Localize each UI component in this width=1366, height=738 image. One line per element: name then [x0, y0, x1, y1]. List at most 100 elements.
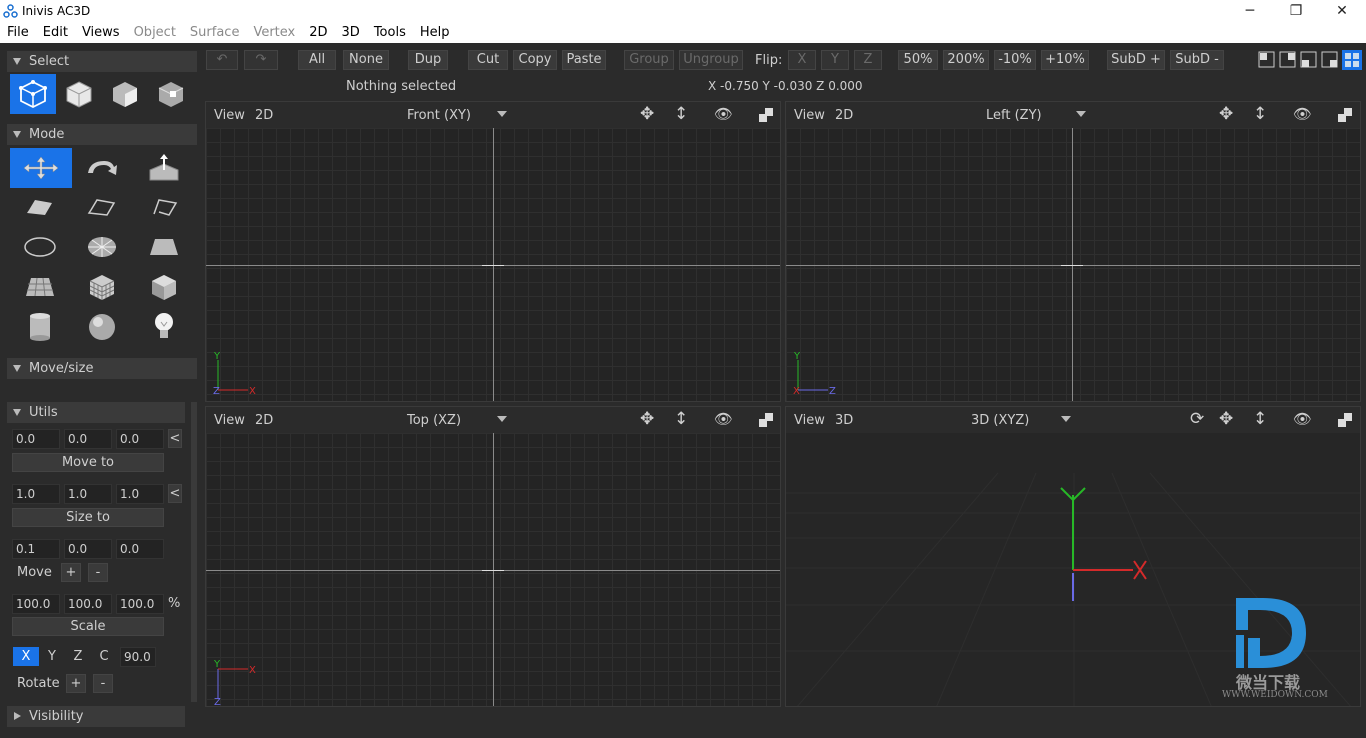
- pan-icon[interactable]: ✥: [1219, 104, 1233, 124]
- mode-section-header[interactable]: Mode: [7, 124, 197, 145]
- flip-x-button[interactable]: X: [788, 50, 816, 70]
- menu-views[interactable]: Views: [82, 25, 120, 40]
- sphere-tool[interactable]: [72, 308, 132, 346]
- viewport-canvas[interactable]: 微当下载 WWW.WEIDOWN.COM: [786, 433, 1360, 706]
- zoom-minus-10-button[interactable]: -10%: [994, 50, 1036, 70]
- viewport-left[interactable]: View 2D Left (ZY) ✥ ↕ 👁 Y Z X: [785, 101, 1361, 402]
- menu-vertex[interactable]: Vertex: [253, 25, 295, 40]
- view-name-select[interactable]: Front (XY): [407, 108, 471, 123]
- maximize-viewport-icon[interactable]: [1336, 411, 1354, 429]
- get-size-button[interactable]: <: [168, 484, 182, 503]
- menu-edit[interactable]: Edit: [43, 25, 68, 40]
- position-x-field[interactable]: 0.0: [12, 429, 60, 449]
- size-z-field[interactable]: 1.0: [116, 484, 164, 504]
- flip-z-button[interactable]: Z: [854, 50, 882, 70]
- scale-button[interactable]: Scale: [12, 617, 164, 636]
- pan-icon[interactable]: ✥: [1219, 409, 1233, 429]
- close-button[interactable]: ✕: [1319, 0, 1365, 22]
- select-group-tool[interactable]: [148, 74, 194, 114]
- view-name-select[interactable]: 3D (XYZ): [971, 413, 1029, 428]
- maximize-viewport-icon[interactable]: [757, 411, 775, 429]
- rotate-mode-tool[interactable]: [72, 148, 132, 186]
- chevron-down-icon[interactable]: [497, 111, 507, 117]
- chevron-down-icon[interactable]: [1061, 416, 1071, 422]
- ellipse-tool[interactable]: [10, 228, 70, 266]
- view-menu[interactable]: View: [214, 108, 245, 123]
- view-mode[interactable]: 3D: [835, 413, 853, 428]
- scale-y-field[interactable]: 100.0: [64, 594, 112, 614]
- view-menu[interactable]: View: [794, 413, 825, 428]
- zoom-50-button[interactable]: 50%: [898, 50, 938, 70]
- menu-object[interactable]: Object: [134, 25, 176, 40]
- position-y-field[interactable]: 0.0: [64, 429, 112, 449]
- rotate-axis-x-button[interactable]: X: [13, 647, 39, 666]
- size-to-button[interactable]: Size to: [12, 508, 164, 527]
- eye-icon[interactable]: 👁: [714, 410, 733, 428]
- viewport-canvas[interactable]: Y X Z: [206, 433, 780, 706]
- menu-surface[interactable]: Surface: [190, 25, 240, 40]
- move-to-button[interactable]: Move to: [12, 453, 164, 472]
- dup-button[interactable]: Dup: [408, 50, 448, 70]
- layout-quad-icon[interactable]: [1342, 50, 1362, 70]
- rotate-axis-z-button[interactable]: Z: [65, 647, 91, 666]
- zoom-200-button[interactable]: 200%: [943, 50, 989, 70]
- zoom-vertical-icon[interactable]: ↕: [1253, 104, 1267, 124]
- view-mode[interactable]: 2D: [835, 108, 853, 123]
- menu-2d[interactable]: 2D: [309, 25, 327, 40]
- menu-3d[interactable]: 3D: [342, 25, 360, 40]
- select-vertex-tool[interactable]: [10, 74, 56, 114]
- size-x-field[interactable]: 1.0: [12, 484, 60, 504]
- extrude-mode-tool[interactable]: [134, 148, 194, 186]
- polygon-tool[interactable]: [10, 188, 70, 226]
- size-y-field[interactable]: 1.0: [64, 484, 112, 504]
- select-object-tool[interactable]: [56, 74, 102, 114]
- zoom-vertical-icon[interactable]: ↕: [674, 104, 688, 124]
- undo-button[interactable]: ↶: [206, 50, 238, 70]
- layout-single-icon[interactable]: [1258, 51, 1276, 69]
- move-x-field[interactable]: 0.1: [12, 539, 60, 559]
- view-menu[interactable]: View: [214, 413, 245, 428]
- scale-z-field[interactable]: 100.0: [116, 594, 164, 614]
- movesize-section-header[interactable]: Move/size: [7, 358, 197, 379]
- utils-section-header[interactable]: Utils: [7, 402, 185, 423]
- refresh-icon[interactable]: ⟳: [1190, 409, 1204, 429]
- view-menu[interactable]: View: [794, 108, 825, 123]
- cylinder-tool[interactable]: [10, 308, 70, 346]
- select-all-button[interactable]: All: [298, 50, 336, 70]
- move-minus-button[interactable]: -: [88, 563, 108, 582]
- rotate-angle-field[interactable]: 90.0: [120, 647, 156, 667]
- ungroup-button[interactable]: Ungroup: [679, 50, 743, 70]
- box-tool[interactable]: [134, 268, 194, 306]
- move-plus-button[interactable]: +: [61, 563, 81, 582]
- rotate-plus-button[interactable]: +: [66, 674, 86, 693]
- rotate-axis-y-button[interactable]: Y: [39, 647, 65, 666]
- select-surface-tool[interactable]: [102, 74, 148, 114]
- viewport-3d[interactable]: View 3D 3D (XYZ) ⟳ ✥ ↕ 👁 微当下载 WWW.WEIDOW…: [785, 406, 1361, 707]
- paste-button[interactable]: Paste: [562, 50, 606, 70]
- zoom-vertical-icon[interactable]: ↕: [1253, 409, 1267, 429]
- visibility-section-header[interactable]: Visibility: [7, 706, 185, 727]
- pan-icon[interactable]: ✥: [640, 409, 654, 429]
- chevron-down-icon[interactable]: [497, 416, 507, 422]
- copy-button[interactable]: Copy: [513, 50, 557, 70]
- cut-button[interactable]: Cut: [468, 50, 508, 70]
- viewport-top[interactable]: View 2D Top (XZ) ✥ ↕ 👁 Y X Z: [205, 406, 781, 707]
- subdivided-box-tool[interactable]: [72, 268, 132, 306]
- eye-icon[interactable]: 👁: [1293, 105, 1312, 123]
- zoom-vertical-icon[interactable]: ↕: [674, 409, 688, 429]
- layout-two-icon[interactable]: [1279, 51, 1297, 69]
- select-none-button[interactable]: None: [343, 50, 389, 70]
- rotate-axis-c-button[interactable]: C: [91, 647, 117, 666]
- pan-icon[interactable]: ✥: [640, 104, 654, 124]
- subd-minus-button[interactable]: SubD -: [1170, 50, 1224, 70]
- maximize-viewport-icon[interactable]: [757, 106, 775, 124]
- scale-x-field[interactable]: 100.0: [12, 594, 60, 614]
- view-mode[interactable]: 2D: [255, 413, 273, 428]
- eye-icon[interactable]: 👁: [714, 105, 733, 123]
- layout-alt-icon[interactable]: [1321, 51, 1339, 69]
- mesh-tool[interactable]: [10, 268, 70, 306]
- viewport-canvas[interactable]: Y Z X: [786, 128, 1360, 401]
- rotate-minus-button[interactable]: -: [93, 674, 113, 693]
- view-name-select[interactable]: Top (XZ): [407, 413, 461, 428]
- line-tool[interactable]: [134, 188, 194, 226]
